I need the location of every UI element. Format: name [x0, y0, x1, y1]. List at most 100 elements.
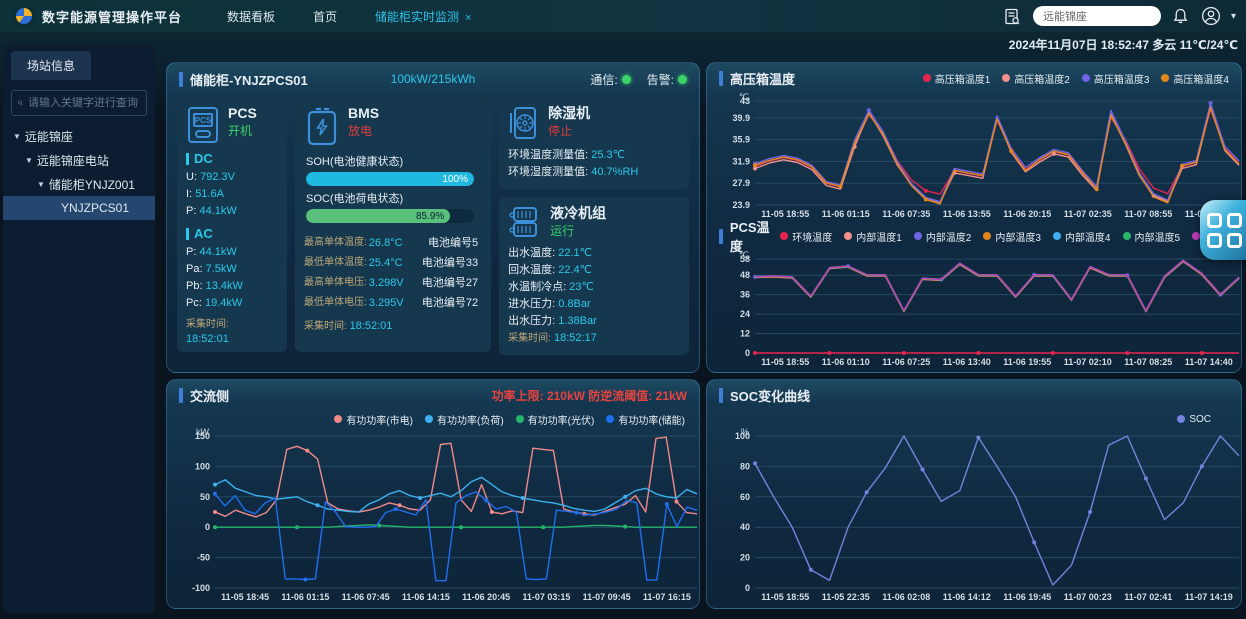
legend-item[interactable]: 内部温度1: [844, 229, 902, 244]
nav-tab-home[interactable]: 首页: [313, 8, 337, 25]
svg-text:kW: kW: [196, 428, 210, 437]
legend-dot-icon: [923, 74, 931, 82]
tree-node-station-group[interactable]: ▼远能锦座: [3, 124, 155, 148]
chevron-down-icon[interactable]: ▾: [1231, 11, 1236, 22]
legend-item[interactable]: 有功功率(储能): [606, 412, 685, 427]
bms-status: 放电: [348, 122, 379, 139]
svg-text:-50: -50: [197, 553, 210, 563]
legend-item[interactable]: 内部温度5: [1123, 229, 1181, 244]
svg-text:11-06 07:35: 11-06 07:35: [882, 209, 930, 219]
legend-dot-icon: [1177, 415, 1185, 423]
hv-temp-chart[interactable]: 23.927.931.935.939.943℃11-05 18:5511-06 …: [707, 93, 1241, 221]
legend-item[interactable]: 高压箱温度1: [923, 71, 991, 86]
tree-search-input[interactable]: [28, 97, 140, 109]
svg-text:80: 80: [740, 461, 750, 471]
dehumidifier-icon: [508, 105, 540, 141]
aux-column: 除湿机 停止 环境温度测量值: 25.3℃ 环境湿度测量值: 40.7%RH 液…: [499, 97, 689, 352]
grid-icon: [1207, 213, 1242, 248]
cabinet-panel-header: 储能柜-YNJZPCS01 100kW/215kWh 通信: 告警:: [167, 63, 699, 95]
svg-text:11-05 18:45: 11-05 18:45: [221, 592, 269, 602]
station-tree: ▼远能锦座 ▼远能锦座电站 ▼储能柜YNJZ001 YNJZPCS01: [3, 124, 155, 220]
legend-item[interactable]: 内部温度4: [1053, 229, 1111, 244]
dehumidifier-head: 除湿机 停止: [508, 105, 680, 141]
dehumidifier-card: 除湿机 停止 环境温度测量值: 25.3℃ 环境湿度测量值: 40.7%RH: [499, 97, 689, 189]
legend-dot-icon: [1123, 232, 1131, 240]
cabinet-cards: PCS PCS 开机 DC U: 792.3V I: 51.6A P: 44.1…: [167, 95, 699, 362]
cooling-unit-head: 液冷机组 运行: [508, 205, 680, 239]
svg-text:11-05 22:35: 11-05 22:35: [822, 592, 870, 602]
bms-card-head: BMS 放电: [304, 105, 482, 147]
pcs-dc-row: P: 44.1kW: [186, 203, 278, 220]
cooling-row: 出水温度: 22.1℃: [508, 245, 680, 262]
app-root: 数字能源管理操作平台 数据看板 首页 储能柜实时监测×: [0, 0, 1246, 619]
svg-text:11-06 19:45: 11-06 19:45: [1003, 592, 1051, 602]
ac-side-title: 交流侧: [190, 386, 229, 405]
pcs-title: PCS: [228, 105, 257, 122]
tab-station-info[interactable]: 场站信息: [11, 51, 91, 80]
legend-item[interactable]: 高压箱温度4: [1161, 71, 1229, 86]
legend-item[interactable]: 有功功率(光伏): [516, 412, 595, 427]
svg-text:100: 100: [195, 461, 210, 471]
pcs-temp-chart[interactable]: 01224364858℃11-05 18:5511-06 01:1011-06 …: [707, 251, 1241, 369]
caret-icon[interactable]: ▼: [13, 132, 21, 141]
svg-text:11-07 14:19: 11-07 14:19: [1185, 592, 1233, 602]
bms-row: 最低单体温度:25.4°C电池编号33: [304, 253, 482, 273]
svg-text:11-07 09:45: 11-07 09:45: [583, 592, 631, 602]
legend-dot-icon: [844, 232, 852, 240]
alarm-status: 告警:: [647, 71, 687, 88]
tree-node-cabinet[interactable]: ▼储能柜YNJZ001: [3, 172, 155, 196]
legend-dot-icon: [1053, 232, 1061, 240]
tree-node-pcs-selected[interactable]: YNJZPCS01: [3, 196, 155, 220]
svg-text:40: 40: [740, 522, 750, 532]
legend-dot-icon: [516, 415, 524, 423]
bms-row: 最高单体温度:26.8°C电池编号5: [304, 233, 482, 253]
report-icon[interactable]: [1003, 6, 1023, 26]
legend-item[interactable]: 环境温度: [780, 229, 832, 244]
svg-text:11-06 13:55: 11-06 13:55: [943, 209, 991, 219]
brand: 数字能源管理操作平台: [0, 6, 182, 26]
pcs-dc-row: I: 51.6A: [186, 186, 278, 203]
svg-text:11-06 07:25: 11-06 07:25: [882, 357, 930, 367]
bms-detail-rows: 最高单体温度:26.8°C电池编号5 最低单体温度:25.4°C电池编号33 最…: [304, 233, 482, 313]
tab-close-icon[interactable]: ×: [465, 12, 471, 24]
svg-text:48: 48: [740, 270, 750, 280]
svg-text:11-06 19:55: 11-06 19:55: [1003, 357, 1051, 367]
legend-item[interactable]: 有功功率(负荷): [425, 412, 504, 427]
avatar[interactable]: [1201, 6, 1221, 26]
svg-text:11-06 20:45: 11-06 20:45: [462, 592, 510, 602]
caret-icon[interactable]: ▼: [37, 180, 45, 189]
legend-item[interactable]: 高压箱温度3: [1082, 71, 1150, 86]
svg-text:36: 36: [740, 290, 750, 300]
soc-bar: 85.9%: [306, 209, 474, 223]
search-icon: [18, 97, 23, 109]
tree-node-plant[interactable]: ▼远能锦座电站: [3, 148, 155, 172]
legend-dot-icon: [1161, 74, 1169, 82]
legend-item[interactable]: 高压箱温度2: [1002, 71, 1070, 86]
nav-tab-monitor[interactable]: 储能柜实时监测×: [375, 8, 471, 25]
legend-dot-icon: [606, 415, 614, 423]
sidebar-search[interactable]: [11, 90, 147, 116]
cooling-row: 进水压力: 0.8Bar: [508, 296, 680, 313]
bell-icon[interactable]: [1171, 6, 1191, 26]
svg-text:60: 60: [740, 492, 750, 502]
pcs-dc-row: U: 792.3V: [186, 169, 278, 186]
legend-item[interactable]: 内部温度2: [914, 229, 972, 244]
soc-chart[interactable]: 020406080100%11-05 18:5511-05 22:3511-06…: [707, 428, 1241, 604]
legend-item[interactable]: SOC: [1177, 414, 1211, 425]
legend-dot-icon: [334, 415, 342, 423]
legend-item[interactable]: 内部温度3: [983, 229, 1041, 244]
pcs-temp-chart-block: PCS温度 环境温度内部温度1内部温度2内部温度3内部温度4内部温度5内部温度6…: [707, 221, 1241, 369]
quick-menu-button[interactable]: [1200, 200, 1246, 260]
nav-tab-dashboard[interactable]: 数据看板: [227, 8, 275, 25]
cabinet-status: 通信: 告警:: [590, 71, 687, 88]
ac-side-panel: 交流侧 功率上限: 210kW 防逆流阈值: 21kW 有功功率(市电)有功功率…: [166, 379, 700, 609]
ac-side-chart[interactable]: -100-50050100150kW11-05 18:4511-06 01:15…: [167, 428, 699, 604]
caret-icon[interactable]: ▼: [25, 156, 33, 165]
svg-text:20: 20: [740, 553, 750, 563]
pcs-temp-title: PCS温度: [730, 217, 780, 255]
svg-text:12: 12: [740, 329, 750, 339]
app-logo-icon: [14, 6, 34, 26]
svg-text:PCS: PCS: [195, 116, 212, 125]
station-search-input[interactable]: [1033, 6, 1161, 26]
legend-item[interactable]: 有功功率(市电): [334, 412, 413, 427]
